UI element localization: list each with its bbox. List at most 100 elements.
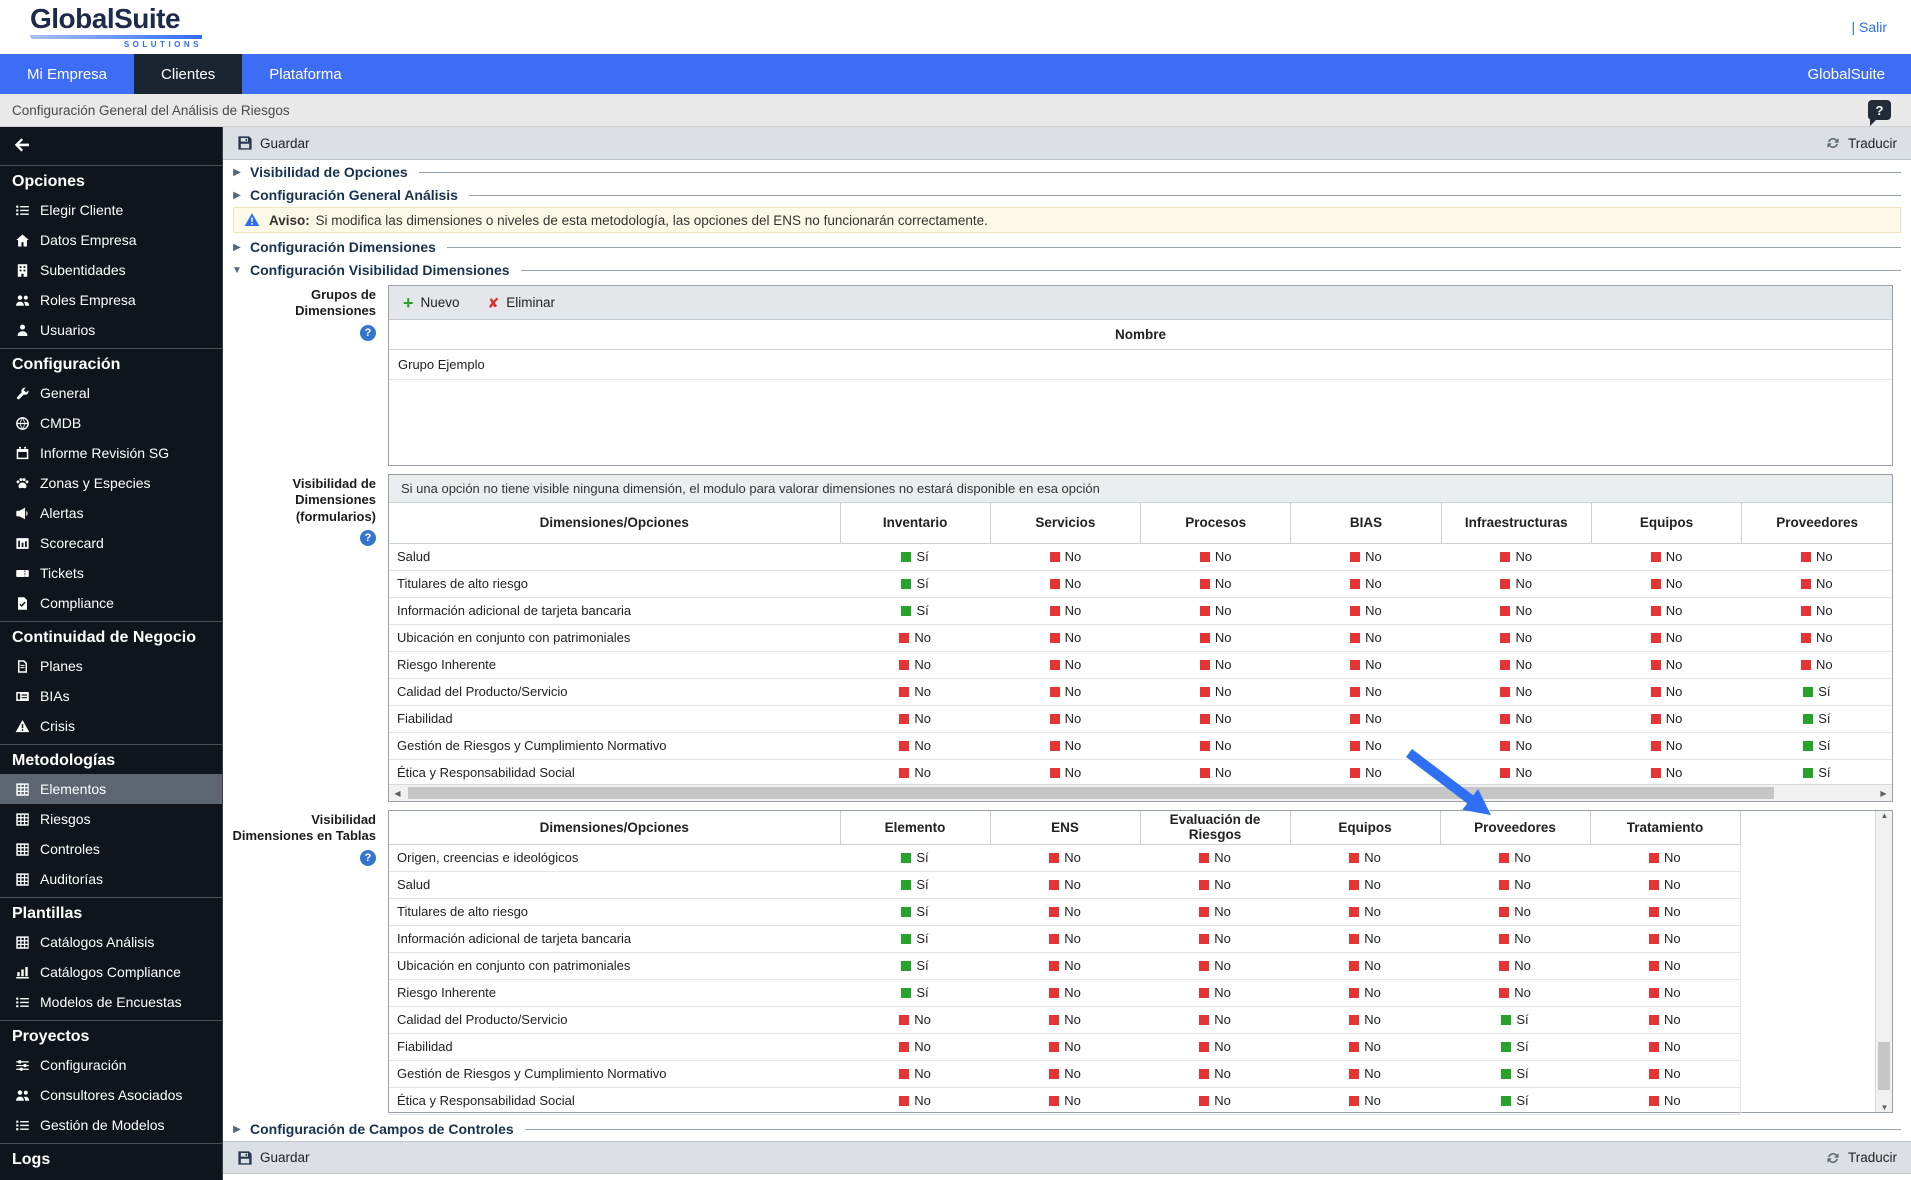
sidebar-item-zonas-y-especies[interactable]: Zonas y Especies [0,468,222,498]
logout-link[interactable]: | Salir [1851,19,1887,35]
visibility-cell[interactable]: No [1290,759,1442,787]
grupo-name-cell[interactable]: Grupo Ejemplo [389,349,1892,380]
visibility-cell[interactable]: No [1440,844,1590,872]
visibility-cell[interactable]: No [1290,1033,1440,1061]
visibility-cell[interactable]: No [840,759,991,787]
visibility-cell[interactable]: No [1591,678,1742,706]
translate-button-bottom[interactable]: Traducir [1825,1150,1897,1166]
section-configuracion-general-analisis[interactable]: ▶ Configuración General Análisis [223,183,1911,206]
visibility-cell[interactable]: No [990,1060,1140,1088]
visibility-cell[interactable]: No [1440,952,1590,980]
sidebar-item-configuracion[interactable]: Configuración [0,1050,222,1080]
sidebar-item-subentidades[interactable]: Subentidades [0,255,222,285]
scrollbar-thumb[interactable] [1878,1042,1890,1090]
visibility-cell[interactable]: No [1140,1006,1290,1034]
visibility-cell[interactable]: No [1741,597,1892,625]
scroll-up-icon[interactable]: ▲ [1876,811,1893,820]
visibility-cell[interactable]: No [1590,979,1741,1007]
visibility-cell[interactable]: No [1290,1087,1440,1115]
back-button[interactable] [0,127,222,162]
visibility-cell[interactable]: Sí [1440,1060,1590,1088]
visibility-cell[interactable]: Sí [1741,705,1892,733]
visibility-cell[interactable]: No [1741,624,1892,652]
visibility-cell[interactable]: No [1591,651,1742,679]
sidebar-item-datos-empresa[interactable]: Datos Empresa [0,225,222,255]
visibility-cell[interactable]: No [990,871,1140,899]
visibility-cell[interactable]: No [1591,570,1742,598]
visibility-cell[interactable]: No [1590,1006,1741,1034]
visibility-cell[interactable]: Sí [840,925,990,953]
visibility-cell[interactable]: No [1290,678,1442,706]
sidebar-item-cmdb[interactable]: CMDB [0,408,222,438]
visibility-cell[interactable]: No [1140,651,1291,679]
section-configuracion-campos-controles[interactable]: ▶ Configuración de Campos de Controles [223,1117,1911,1140]
visibility-cell[interactable]: No [840,1060,990,1088]
visibility-cell[interactable]: No [1591,705,1742,733]
sidebar-item-crisis[interactable]: Crisis [0,711,222,741]
visibility-cell[interactable]: No [1440,871,1590,899]
visibility-cell[interactable]: No [1140,1087,1290,1115]
visibility-cell[interactable]: No [1590,871,1741,899]
visibility-cell[interactable]: No [990,925,1140,953]
visibility-cell[interactable]: No [1290,597,1442,625]
visibility-cell[interactable]: No [1741,651,1892,679]
visibility-cell[interactable]: No [840,678,991,706]
visibility-cell[interactable]: No [840,1033,990,1061]
visibility-cell[interactable]: No [990,1033,1140,1061]
visibility-cell[interactable]: No [1290,570,1442,598]
visibility-cell[interactable]: No [1441,705,1592,733]
visibility-cell[interactable]: No [1441,624,1592,652]
visibility-cell[interactable]: No [1140,543,1291,571]
visibility-cell[interactable]: No [1590,1033,1741,1061]
visibility-cell[interactable]: No [1290,871,1440,899]
visibility-cell[interactable]: No [1590,952,1741,980]
sidebar-item-planes[interactable]: Planes [0,651,222,681]
visibility-cell[interactable]: No [990,952,1140,980]
sidebar-item-elegir-cliente[interactable]: Elegir Cliente [0,195,222,225]
visibility-cell[interactable]: No [1140,678,1291,706]
visibility-cell[interactable]: No [990,979,1140,1007]
visibility-cell[interactable]: No [1440,925,1590,953]
visibility-cell[interactable]: No [1741,543,1892,571]
scroll-down-icon[interactable]: ▼ [1876,1103,1893,1112]
sidebar-item-tickets[interactable]: Tickets [0,558,222,588]
sidebar-item-roles-empresa[interactable]: Roles Empresa [0,285,222,315]
visibility-cell[interactable]: No [1441,570,1592,598]
visibility-cell[interactable]: Sí [840,898,990,926]
visibility-cell[interactable]: No [1140,759,1291,787]
nav-tab-plataforma[interactable]: Plataforma [242,54,369,94]
nav-tab-clientes[interactable]: Clientes [134,54,243,94]
visibility-cell[interactable]: No [990,597,1141,625]
visibility-cell[interactable]: Sí [1741,759,1892,787]
visibility-cell[interactable]: No [990,678,1141,706]
visibility-cell[interactable]: Sí [840,597,991,625]
visibility-cell[interactable]: No [1140,705,1291,733]
visibility-cell[interactable]: No [1140,732,1291,760]
visibility-cell[interactable]: No [1140,979,1290,1007]
delete-button[interactable]: ✘ Eliminar [488,295,556,310]
visibility-cell[interactable]: No [1590,1060,1741,1088]
sidebar-item-gestion-de-modelos[interactable]: Gestión de Modelos [0,1110,222,1140]
save-button-bottom[interactable]: Guardar [237,1150,310,1166]
sidebar-item-alertas[interactable]: Alertas [0,498,222,528]
visibility-cell[interactable]: Sí [1440,1006,1590,1034]
visibility-cell[interactable]: Sí [840,952,990,980]
visibility-cell[interactable]: No [1140,871,1290,899]
visibility-cell[interactable]: No [990,543,1141,571]
visibility-cell[interactable]: Sí [1741,678,1892,706]
visibility-cell[interactable]: No [1290,1006,1440,1034]
visibility-cell[interactable]: No [1140,1033,1290,1061]
help-bubble-icon[interactable]: ? [1868,100,1891,126]
visibility-cell[interactable]: No [1741,570,1892,598]
scroll-left-icon[interactable]: ◀ [389,785,406,801]
sidebar-item-modelos-de-encuestas[interactable]: Modelos de Encuestas [0,987,222,1017]
visibility-cell[interactable]: No [1290,952,1440,980]
visibility-cell[interactable]: No [1290,651,1442,679]
visibility-cell[interactable]: No [1140,925,1290,953]
visibility-cell[interactable]: No [1440,979,1590,1007]
visibility-cell[interactable]: No [1140,898,1290,926]
visibility-cell[interactable]: Sí [1741,732,1892,760]
visibility-cell[interactable]: No [840,624,991,652]
visibility-cell[interactable]: No [1591,624,1742,652]
visibility-cell[interactable]: No [1290,925,1440,953]
